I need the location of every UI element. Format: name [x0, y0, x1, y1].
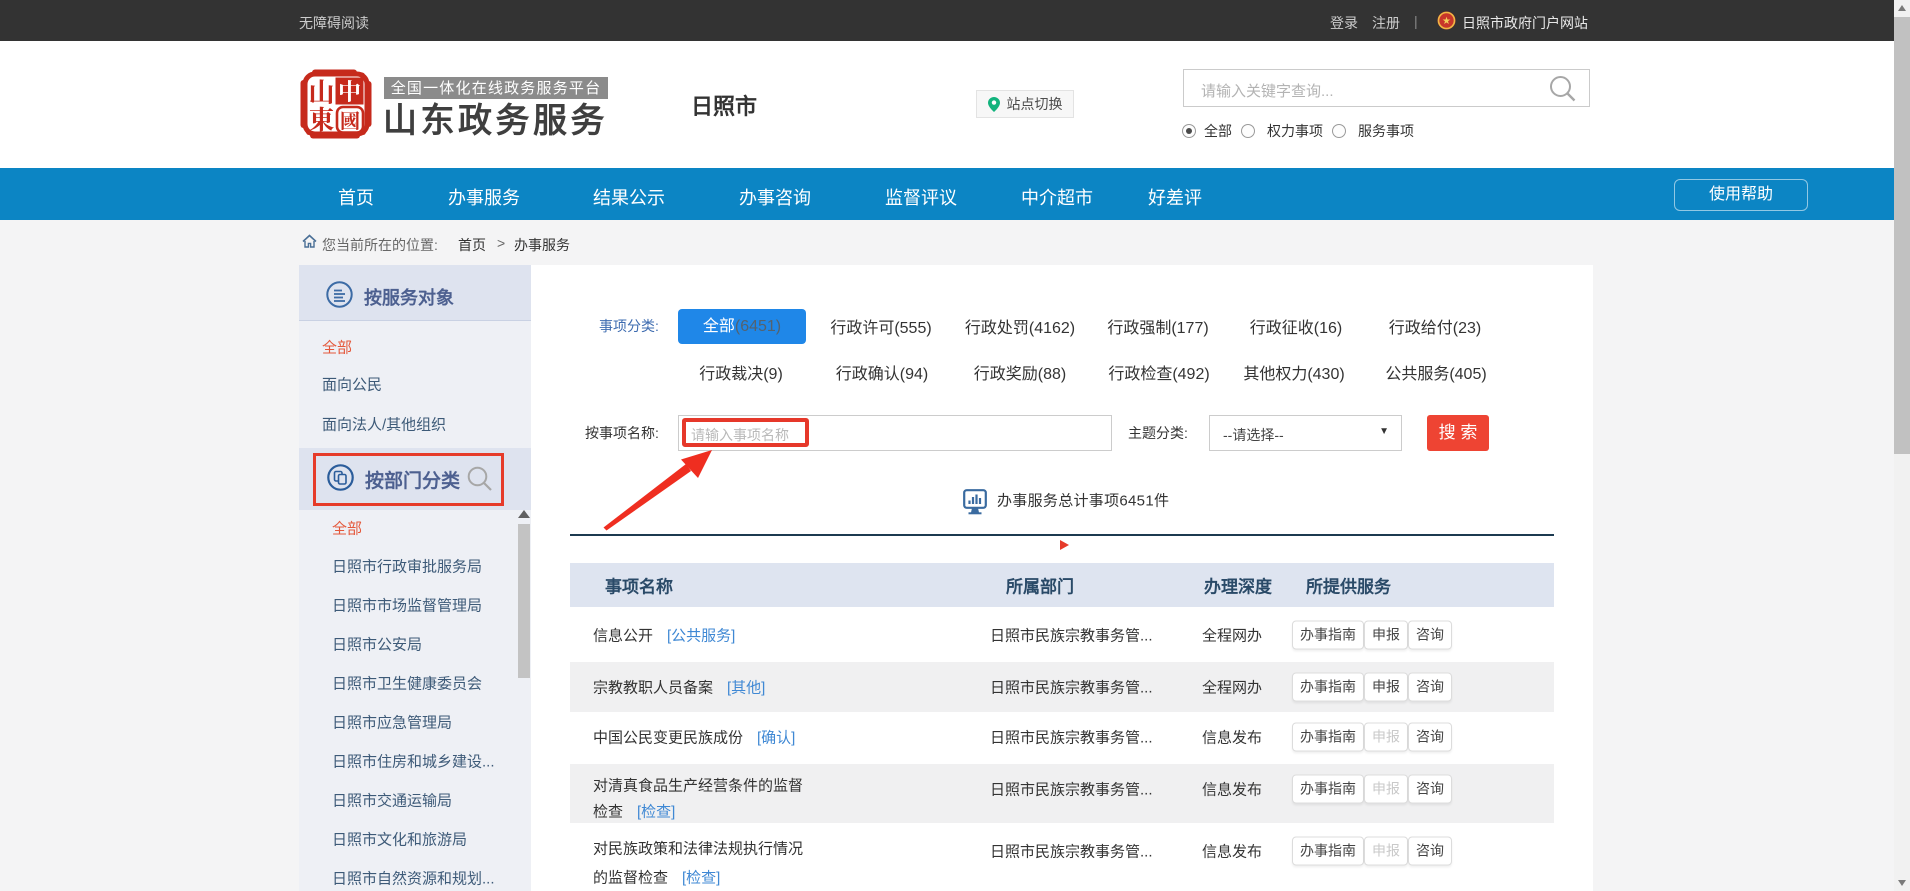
svg-text:中: 中 [338, 74, 361, 107]
svg-text:國: 國 [340, 105, 360, 134]
svg-text:東: 東 [308, 100, 334, 137]
svg-text:★: ★ [1442, 16, 1451, 27]
